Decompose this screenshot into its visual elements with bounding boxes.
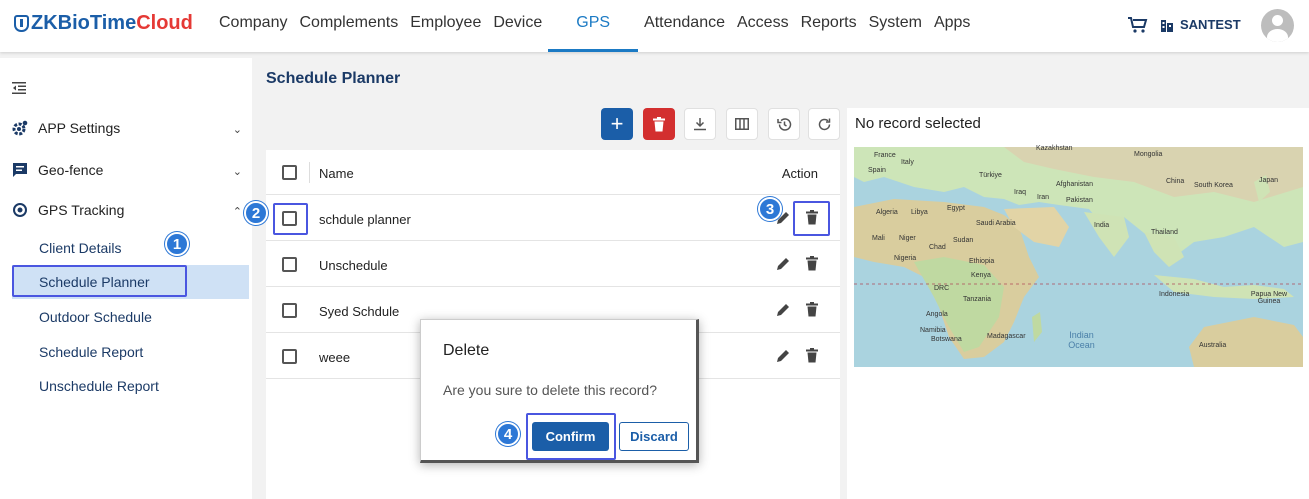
row-checkbox[interactable]: [282, 349, 297, 364]
map-canvas: [854, 147, 1303, 367]
row-checkbox[interactable]: [282, 257, 297, 272]
sidebar-group-gps-tracking[interactable]: GPS Tracking ⌃: [12, 202, 242, 218]
no-record-text: No record selected: [855, 115, 981, 132]
columns-button[interactable]: [726, 108, 758, 140]
plus-icon: +: [610, 111, 624, 136]
add-button[interactable]: +: [601, 108, 633, 140]
chevron-up-icon: ⌃: [232, 206, 242, 218]
menu-apps[interactable]: Apps: [928, 0, 976, 52]
chevron-down-icon: ⌄: [232, 124, 242, 136]
step-badge-1: 1: [165, 232, 189, 256]
sidebar-group-label: GPS Tracking: [38, 202, 125, 218]
refresh-icon: [818, 118, 830, 130]
logo-prefix: ZK: [31, 12, 58, 34]
delete-button[interactable]: [643, 108, 675, 140]
row-checkbox[interactable]: [282, 303, 297, 318]
shield-icon: [14, 15, 29, 32]
trash-icon[interactable]: [806, 302, 818, 317]
detail-panel: No record selected: [847, 108, 1309, 499]
table-header: Name Action: [266, 150, 840, 195]
highlight-confirm-button: [526, 413, 616, 460]
column-header-name: Name: [319, 166, 354, 181]
user-avatar[interactable]: [1261, 9, 1294, 42]
menu-access[interactable]: Access: [731, 0, 795, 52]
menu-attendance[interactable]: Attendance: [638, 0, 731, 52]
refresh-button[interactable]: [808, 108, 840, 140]
menu-company[interactable]: Company: [213, 0, 293, 52]
logo-middle: BioTime: [57, 12, 137, 34]
highlight-schedule-planner: [12, 265, 187, 297]
edit-icon[interactable]: [776, 349, 790, 363]
highlight-row-checkbox: [273, 203, 308, 235]
sidebar-group-label: Geo-fence: [38, 162, 104, 178]
dialog-title: Delete: [443, 342, 490, 359]
row-name: schdule planner: [319, 212, 411, 227]
organization-selector[interactable]: SANTEST: [1160, 17, 1241, 32]
row-name: Unschedule: [319, 258, 388, 273]
menu-reports[interactable]: Reports: [795, 0, 863, 52]
sidebar-item-outdoor-schedule[interactable]: Outdoor Schedule: [39, 309, 152, 325]
message-icon: [13, 163, 27, 177]
world-map[interactable]: [854, 147, 1303, 367]
columns-icon: [735, 118, 749, 130]
history-button[interactable]: [768, 108, 800, 140]
row-name: weee: [319, 350, 351, 365]
step-badge-3: 3: [758, 197, 782, 221]
logo[interactable]: ZK BioTime Cloud: [14, 12, 193, 35]
logo-suffix: Cloud: [136, 12, 193, 34]
menu-employee[interactable]: Employee: [404, 0, 487, 52]
column-divider: [309, 162, 310, 183]
highlight-delete-icon: [793, 201, 830, 236]
menu-complements[interactable]: Complements: [293, 0, 404, 52]
main-menu: Company Complements Employee Device GPS …: [213, 0, 976, 52]
building-icon: [1161, 19, 1173, 32]
select-all-checkbox[interactable]: [282, 165, 297, 180]
sidebar-group-app-settings[interactable]: APP Settings ⌄: [12, 120, 242, 136]
column-header-action: Action: [781, 166, 818, 181]
trash-icon[interactable]: [806, 256, 818, 271]
cart-icon[interactable]: [1128, 17, 1148, 33]
sidebar-item-schedule-report[interactable]: Schedule Report: [39, 344, 143, 360]
menu-gps[interactable]: GPS: [548, 0, 639, 52]
gps-target-icon: [13, 203, 27, 217]
sidebar-group-geo-fence[interactable]: Geo-fence ⌄: [12, 162, 242, 178]
page-title: Schedule Planner: [266, 70, 401, 87]
chevron-down-icon: ⌄: [232, 166, 242, 178]
org-name: SANTEST: [1180, 17, 1241, 32]
history-icon: [776, 117, 791, 131]
collapse-menu-icon[interactable]: [12, 82, 26, 94]
step-badge-4: 4: [496, 422, 520, 446]
edit-icon[interactable]: [776, 303, 790, 317]
sidebar-item-client-details[interactable]: Client Details: [39, 240, 121, 256]
download-icon: [694, 118, 706, 131]
dialog-message: Are you sure to delete this record?: [443, 382, 658, 398]
step-badge-2: 2: [244, 201, 268, 225]
discard-button[interactable]: Discard: [619, 422, 689, 451]
sidebar-item-unschedule-report[interactable]: Unschedule Report: [39, 378, 159, 394]
sidebar-group-label: APP Settings: [38, 120, 121, 136]
trash-icon[interactable]: [806, 348, 818, 363]
top-navbar: ZK BioTime Cloud Company Complements Emplo…: [0, 0, 1309, 52]
table-row[interactable]: schdule planner: [266, 196, 840, 241]
edit-icon[interactable]: [776, 257, 790, 271]
row-name: Syed Schdule: [319, 304, 400, 319]
menu-system[interactable]: System: [863, 0, 928, 52]
menu-device[interactable]: Device: [487, 0, 548, 52]
table-row[interactable]: Unschedule: [266, 242, 840, 287]
gear-icon: [12, 120, 28, 136]
download-button[interactable]: [684, 108, 716, 140]
trash-icon: [653, 116, 665, 131]
